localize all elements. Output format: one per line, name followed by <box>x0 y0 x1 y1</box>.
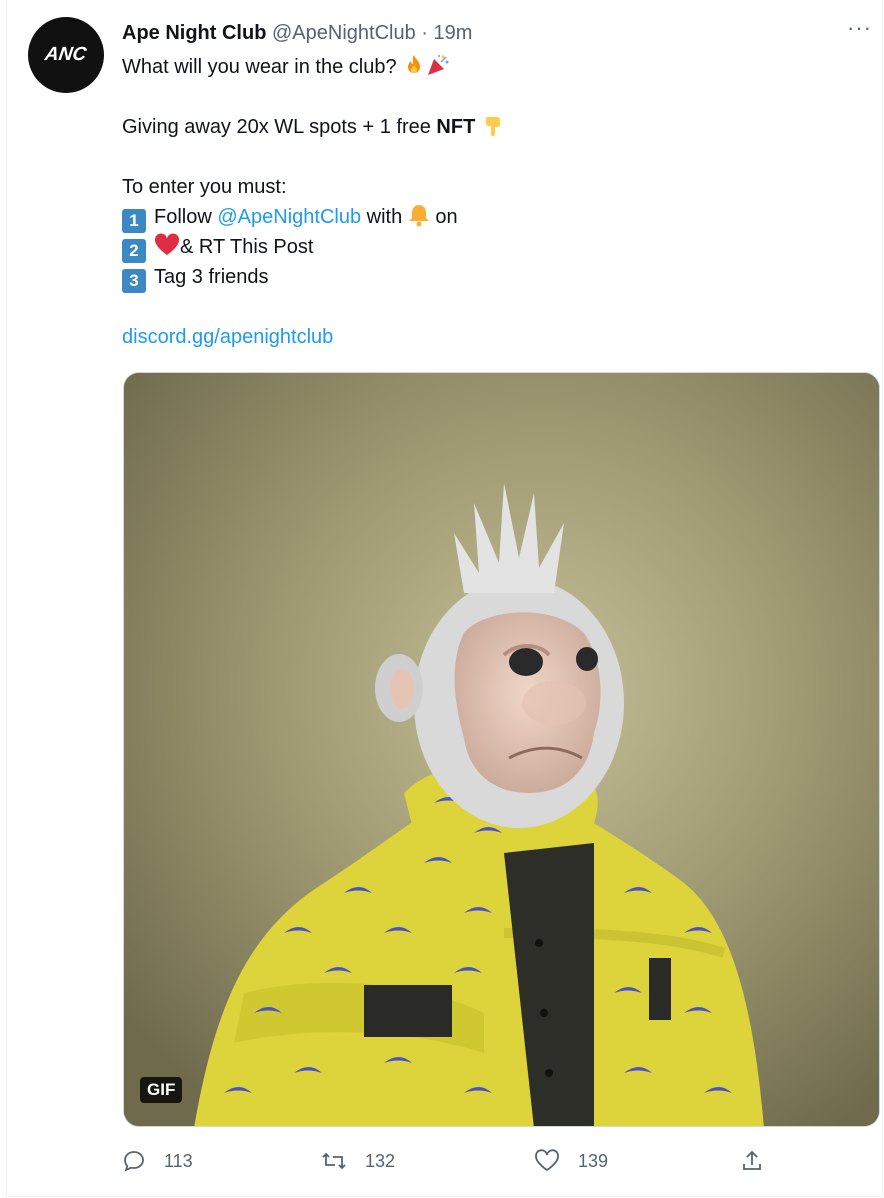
retweet-count: 132 <box>365 1150 396 1171</box>
step-1-pre: Follow <box>154 206 218 228</box>
fire-icon <box>408 55 421 73</box>
tweet-text: What will you wear in the club? Giving a… <box>122 52 862 352</box>
tweet-line-giveaway: Giving away 20x WL spots + 1 free NFT <box>122 112 862 142</box>
step-1-post2: on <box>429 206 458 228</box>
giveaway-text: Giving away 20x WL spots + 1 free <box>122 116 437 138</box>
step-3-number: 3 <box>122 269 146 293</box>
tweet-media-gif[interactable]: GIF <box>123 372 880 1127</box>
retweet-button[interactable]: 132 <box>321 1146 395 1176</box>
tweet-line-1-text: What will you wear in the club? <box>122 56 397 78</box>
bell-icon <box>408 205 429 227</box>
display-name[interactable]: Ape Night Club <box>122 22 266 44</box>
heart-icon <box>154 233 180 255</box>
user-handle[interactable]: @ApeNightClub <box>272 22 416 44</box>
tweet-line-1: What will you wear in the club? <box>122 52 862 82</box>
separator-dot: · <box>421 22 428 44</box>
step-2: 2 & RT This Post <box>122 232 862 263</box>
like-count: 139 <box>578 1150 609 1171</box>
mention-link[interactable]: @ApeNightClub <box>217 206 361 228</box>
ape-nft-image <box>124 373 879 1126</box>
enter-text: To enter you must: <box>122 176 287 198</box>
reply-count: 113 <box>164 1150 193 1171</box>
step-1-number: 1 <box>122 209 146 233</box>
step-1-post: with <box>361 206 408 228</box>
timestamp[interactable]: 19m <box>434 22 473 44</box>
avatar[interactable]: ANC <box>28 17 104 93</box>
gif-badge[interactable]: GIF <box>140 1077 183 1103</box>
like-icon <box>535 1149 559 1172</box>
tweet-actions: 113 132 139 <box>122 1146 772 1176</box>
retweet-icon <box>322 1152 346 1170</box>
share-icon <box>743 1150 761 1170</box>
giveaway-bold: NFT <box>436 116 476 138</box>
tweet-card[interactable]: ANC Ape Night Club @ApeNightClub · 19m ·… <box>6 0 883 1197</box>
discord-line: discord.gg/apenightclub <box>122 322 862 352</box>
party-popper-icon <box>428 55 449 75</box>
tweet-line-enter: To enter you must: <box>122 172 862 202</box>
more-options-icon[interactable]: ··· <box>847 17 872 39</box>
like-button[interactable]: 139 <box>534 1146 608 1176</box>
tweet-header: Ape Night Club @ApeNightClub · 19m <box>122 20 472 46</box>
avatar-logo: ANC <box>44 44 89 65</box>
discord-link[interactable]: discord.gg/apenightclub <box>122 326 333 348</box>
step-3: 3 Tag 3 friends <box>122 262 862 293</box>
reply-icon <box>124 1151 144 1172</box>
step-3-text: Tag 3 friends <box>154 266 269 288</box>
reply-button[interactable]: 113 <box>122 1146 193 1176</box>
step-2-text: & RT This Post <box>180 236 314 258</box>
step-2-number: 2 <box>122 239 146 263</box>
pointing-down-icon <box>485 117 500 136</box>
step-1: 1 Follow @ApeNightClub with on <box>122 202 862 233</box>
share-button[interactable] <box>740 1146 782 1176</box>
